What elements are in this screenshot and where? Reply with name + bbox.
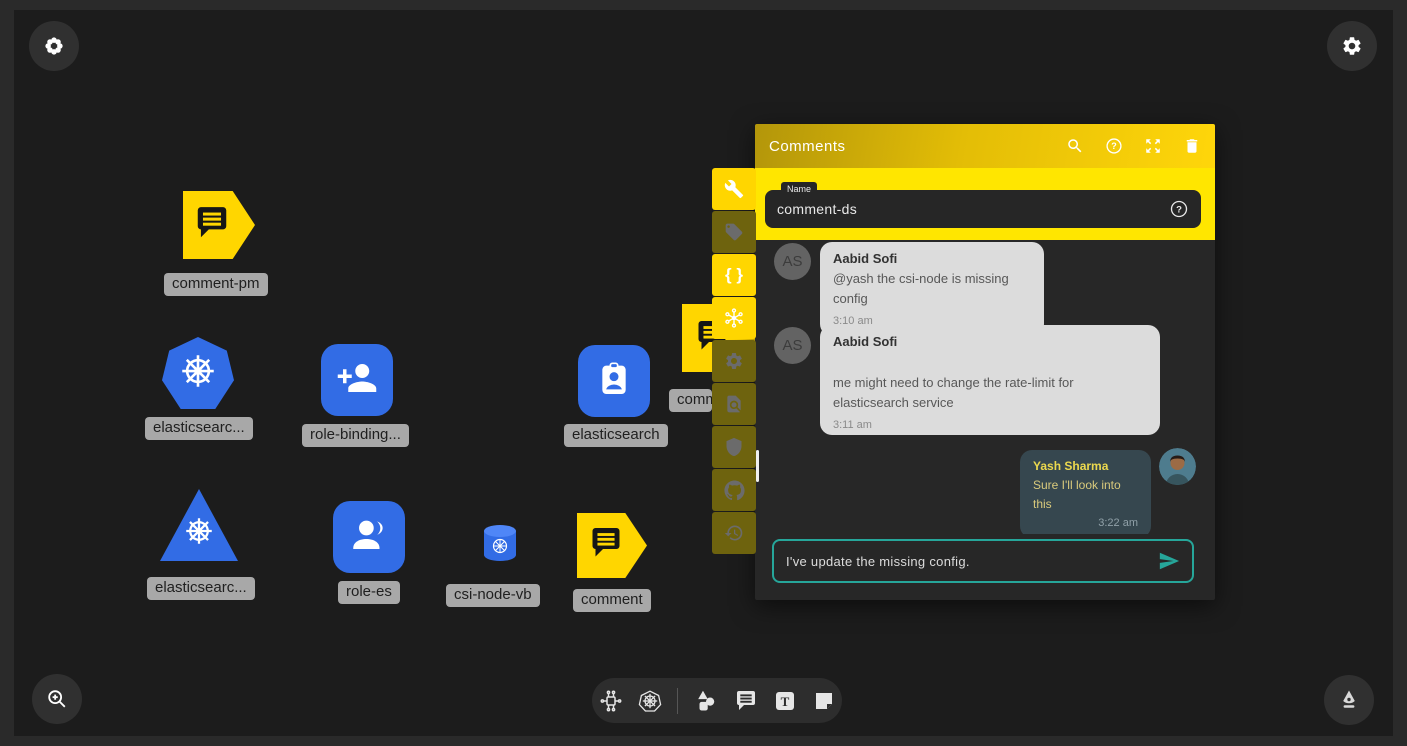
help-icon[interactable]: ? bbox=[1169, 199, 1189, 219]
expand-icon[interactable] bbox=[1144, 137, 1162, 155]
tag-icon bbox=[724, 222, 744, 242]
svg-text:T: T bbox=[780, 694, 789, 709]
node-label: elasticsearch bbox=[564, 424, 668, 447]
node-comment-pm[interactable] bbox=[183, 191, 255, 259]
id-badge-icon bbox=[594, 359, 634, 404]
search-icon[interactable] bbox=[1066, 137, 1084, 155]
panel-title: Comments bbox=[769, 138, 1066, 155]
node-label: comment bbox=[573, 589, 651, 612]
kubernetes-wheel-icon bbox=[177, 350, 219, 397]
design-canvas[interactable]: comment-pm elasticsearc... role-binding.… bbox=[14, 10, 1393, 736]
message-author: Aabid Sofi bbox=[833, 334, 1147, 349]
svg-text:?: ? bbox=[1176, 204, 1182, 215]
chat-bubble-icon bbox=[193, 204, 231, 247]
pen-tool-button[interactable] bbox=[1324, 675, 1374, 725]
toolbar-mesh-button[interactable] bbox=[712, 297, 756, 339]
avatar: AS bbox=[774, 327, 811, 364]
toolbar-history-button[interactable] bbox=[712, 512, 756, 554]
message-author: Aabid Sofi bbox=[833, 251, 1031, 266]
cylinder-kubernetes-icon bbox=[481, 524, 519, 569]
message-text: @yash the csi-node is missing config bbox=[833, 269, 1031, 309]
avatar: AS bbox=[774, 243, 811, 280]
shield-icon bbox=[724, 437, 744, 457]
help-icon[interactable]: ? bbox=[1105, 137, 1123, 155]
node-role-binding[interactable] bbox=[321, 344, 393, 416]
node-label: elasticsearc... bbox=[145, 417, 253, 440]
integration-chip-icon[interactable] bbox=[599, 689, 623, 713]
node-elasticsearch-triangle[interactable] bbox=[160, 489, 238, 561]
node-csi-node-vb[interactable] bbox=[481, 526, 519, 566]
note-icon[interactable] bbox=[812, 689, 836, 713]
toolbar-braces-button[interactable]: { } bbox=[712, 254, 756, 296]
name-field[interactable]: ? bbox=[765, 190, 1201, 228]
toolbar-tag-button[interactable] bbox=[712, 211, 756, 253]
comment-input-row[interactable] bbox=[772, 539, 1194, 583]
people-icon bbox=[348, 514, 390, 561]
name-input[interactable] bbox=[777, 201, 1169, 217]
node-label: comment-pm bbox=[164, 273, 268, 296]
comment-message: Aabid Sofi @yash the csi-node is missing… bbox=[820, 242, 1044, 336]
node-label: comm bbox=[669, 389, 712, 412]
message-text: Sure I'll look into this bbox=[1033, 476, 1138, 513]
node-label: elasticsearc... bbox=[147, 577, 255, 600]
flower-icon bbox=[43, 35, 65, 57]
history-icon bbox=[724, 523, 744, 543]
doc-search-icon bbox=[724, 394, 744, 414]
node-label: role-es bbox=[338, 581, 400, 604]
comment-icon[interactable] bbox=[734, 689, 758, 713]
message-author: Yash Sharma bbox=[1033, 459, 1138, 473]
comments-panel-header[interactable]: Comments ? bbox=[755, 124, 1215, 168]
github-icon bbox=[724, 480, 745, 501]
app-window: comment-pm elasticsearc... role-binding.… bbox=[0, 0, 1407, 746]
node-label: csi-node-vb bbox=[446, 584, 540, 607]
gear-icon bbox=[1341, 35, 1363, 57]
toolbar-doc-search-button[interactable] bbox=[712, 383, 756, 425]
mesh-hub-icon bbox=[723, 307, 745, 329]
app-menu-button[interactable] bbox=[29, 21, 79, 71]
toolbar-shield-button[interactable] bbox=[712, 426, 756, 468]
node-label: role-binding... bbox=[302, 424, 409, 447]
wrench-icon bbox=[724, 179, 744, 199]
avatar-photo bbox=[1159, 448, 1196, 485]
person-add-icon bbox=[336, 357, 378, 404]
pen-nib-icon bbox=[1337, 688, 1361, 712]
message-time: 3:11 am bbox=[833, 419, 1147, 431]
zoom-in-icon bbox=[46, 688, 68, 710]
scrollbar-thumb[interactable] bbox=[756, 450, 759, 482]
settings-button[interactable] bbox=[1327, 21, 1377, 71]
svg-text:?: ? bbox=[1111, 141, 1117, 151]
name-field-label: Name bbox=[781, 182, 817, 197]
kubernetes-wheel-icon bbox=[182, 514, 216, 553]
node-comment[interactable] bbox=[577, 513, 647, 578]
message-text: me might need to change the rate-limit f… bbox=[833, 373, 1147, 413]
toolbar-divider bbox=[677, 688, 678, 714]
bottom-toolbar: T bbox=[592, 678, 842, 723]
toolbar-gear-button[interactable] bbox=[712, 340, 756, 382]
braces-icon: { } bbox=[725, 265, 743, 285]
kubernetes-icon[interactable] bbox=[638, 689, 662, 713]
comments-message-list[interactable]: AS Aabid Sofi @yash the csi-node is miss… bbox=[755, 240, 1215, 534]
node-action-toolbar: { } bbox=[712, 168, 756, 555]
gear-icon bbox=[724, 351, 744, 371]
comments-panel: Comments ? Name ? AS bbox=[755, 124, 1215, 600]
comment-message: Yash Sharma Sure I'll look into this 3:2… bbox=[1020, 450, 1151, 534]
text-icon[interactable]: T bbox=[773, 689, 797, 713]
comment-input[interactable] bbox=[786, 554, 1150, 569]
comment-message: Aabid Sofi me might need to change the r… bbox=[820, 325, 1160, 435]
toolbar-wrench-button[interactable] bbox=[712, 168, 756, 210]
trash-icon[interactable] bbox=[1183, 137, 1201, 155]
toolbar-github-button[interactable] bbox=[712, 469, 756, 511]
chat-bubble-icon bbox=[588, 525, 624, 566]
node-elasticsearch-heptagon[interactable] bbox=[162, 337, 234, 409]
node-elasticsearch[interactable] bbox=[578, 345, 650, 417]
name-field-section: Name ? bbox=[755, 168, 1215, 240]
node-role-es[interactable] bbox=[333, 501, 405, 573]
shapes-icon[interactable] bbox=[693, 688, 719, 714]
zoom-button[interactable] bbox=[32, 674, 82, 724]
message-time: 3:22 am bbox=[1033, 517, 1138, 529]
send-icon[interactable] bbox=[1158, 550, 1180, 572]
